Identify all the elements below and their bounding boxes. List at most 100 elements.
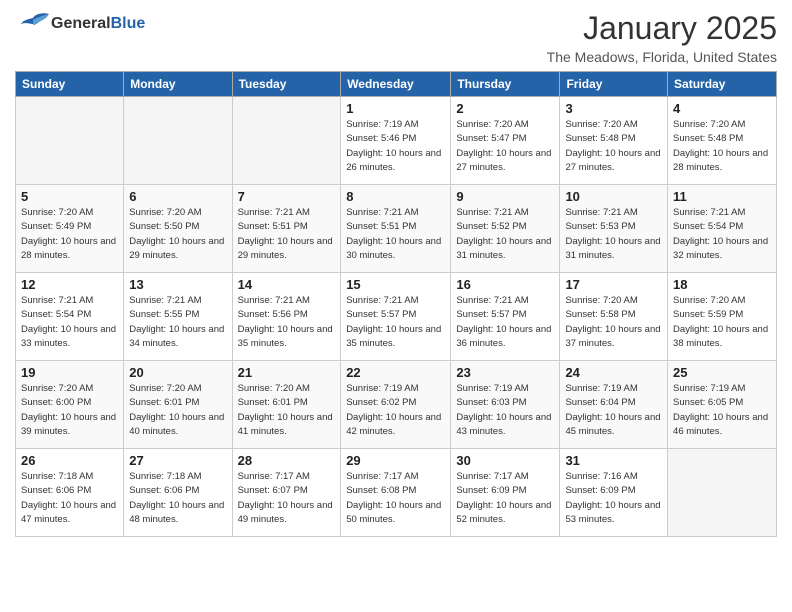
day-number: 1 — [346, 101, 445, 116]
weekday-header-row: SundayMondayTuesdayWednesdayThursdayFrid… — [16, 72, 777, 97]
day-info: Sunrise: 7:20 AMSunset: 5:49 PMDaylight:… — [21, 206, 118, 263]
calendar-cell: 22 Sunrise: 7:19 AMSunset: 6:02 PMDayligh… — [341, 361, 451, 449]
day-number: 11 — [673, 189, 771, 204]
weekday-header-wednesday: Wednesday — [341, 72, 451, 97]
day-number: 25 — [673, 365, 771, 380]
calendar-cell — [668, 449, 777, 537]
calendar-cell: 6 Sunrise: 7:20 AMSunset: 5:50 PMDaylight… — [124, 185, 232, 273]
location: The Meadows, Florida, United States — [547, 49, 777, 65]
logo: General Blue — [15, 10, 145, 38]
day-number: 7 — [238, 189, 336, 204]
calendar-week-row: 5 Sunrise: 7:20 AMSunset: 5:49 PMDaylight… — [16, 185, 777, 273]
day-info: Sunrise: 7:18 AMSunset: 6:06 PMDaylight:… — [21, 470, 118, 527]
day-number: 17 — [565, 277, 662, 292]
day-info: Sunrise: 7:20 AMSunset: 5:58 PMDaylight:… — [565, 294, 662, 351]
day-info: Sunrise: 7:20 AMSunset: 5:59 PMDaylight:… — [673, 294, 771, 351]
calendar-cell: 12Sunrise: 7:21 AMSunset: 5:54 PMDayligh… — [16, 273, 124, 361]
day-info: Sunrise: 7:19 AMSunset: 6:04 PMDaylight:… — [565, 382, 662, 439]
calendar-table: SundayMondayTuesdayWednesdayThursdayFrid… — [15, 71, 777, 537]
day-info: Sunrise: 7:20 AMSunset: 5:48 PMDaylight:… — [565, 118, 662, 175]
calendar-cell: 25 Sunrise: 7:19 AMSunset: 6:05 PMDayligh… — [668, 361, 777, 449]
calendar-week-row: 12Sunrise: 7:21 AMSunset: 5:54 PMDayligh… — [16, 273, 777, 361]
logo-general: General — [51, 15, 111, 33]
day-info: Sunrise: 7:21 AMSunset: 5:56 PMDaylight:… — [238, 294, 336, 351]
calendar-cell: 1 Sunrise: 7:19 AMSunset: 5:46 PMDaylight… — [341, 97, 451, 185]
day-number: 22 — [346, 365, 445, 380]
day-number: 15 — [346, 277, 445, 292]
weekday-header-monday: Monday — [124, 72, 232, 97]
day-number: 13 — [129, 277, 226, 292]
day-info: Sunrise: 7:20 AMSunset: 6:00 PMDaylight:… — [21, 382, 118, 439]
weekday-header-friday: Friday — [560, 72, 668, 97]
calendar-cell: 9Sunrise: 7:21 AMSunset: 5:52 PMDaylight… — [451, 185, 560, 273]
calendar-cell: 4Sunrise: 7:20 AMSunset: 5:48 PMDaylight… — [668, 97, 777, 185]
calendar-cell: 14Sunrise: 7:21 AMSunset: 5:56 PMDayligh… — [232, 273, 341, 361]
day-info: Sunrise: 7:19 AMSunset: 6:05 PMDaylight:… — [673, 382, 771, 439]
calendar-cell: 3 Sunrise: 7:20 AMSunset: 5:48 PMDaylight… — [560, 97, 668, 185]
calendar-week-row: 26Sunrise: 7:18 AMSunset: 6:06 PMDayligh… — [16, 449, 777, 537]
page-header: General Blue January 2025 The Meadows, F… — [15, 10, 777, 65]
day-number: 9 — [456, 189, 554, 204]
day-info: Sunrise: 7:21 AMSunset: 5:57 PMDaylight:… — [346, 294, 445, 351]
calendar-cell — [232, 97, 341, 185]
day-info: Sunrise: 7:21 AMSunset: 5:57 PMDaylight:… — [456, 294, 554, 351]
calendar-cell: 29Sunrise: 7:17 AMSunset: 6:08 PMDayligh… — [341, 449, 451, 537]
day-info: Sunrise: 7:17 AMSunset: 6:09 PMDaylight:… — [456, 470, 554, 527]
day-number: 4 — [673, 101, 771, 116]
day-info: Sunrise: 7:20 AMSunset: 6:01 PMDaylight:… — [129, 382, 226, 439]
day-number: 6 — [129, 189, 226, 204]
day-info: Sunrise: 7:18 AMSunset: 6:06 PMDaylight:… — [129, 470, 226, 527]
calendar-cell: 30Sunrise: 7:17 AMSunset: 6:09 PMDayligh… — [451, 449, 560, 537]
weekday-header-saturday: Saturday — [668, 72, 777, 97]
weekday-header-thursday: Thursday — [451, 72, 560, 97]
calendar-cell: 13Sunrise: 7:21 AMSunset: 5:55 PMDayligh… — [124, 273, 232, 361]
day-info: Sunrise: 7:16 AMSunset: 6:09 PMDaylight:… — [565, 470, 662, 527]
calendar-cell: 28Sunrise: 7:17 AMSunset: 6:07 PMDayligh… — [232, 449, 341, 537]
day-number: 20 — [129, 365, 226, 380]
calendar-cell: 5 Sunrise: 7:20 AMSunset: 5:49 PMDaylight… — [16, 185, 124, 273]
calendar-cell: 16 Sunrise: 7:21 AMSunset: 5:57 PMDayligh… — [451, 273, 560, 361]
calendar-cell: 31Sunrise: 7:16 AMSunset: 6:09 PMDayligh… — [560, 449, 668, 537]
calendar-cell: 10Sunrise: 7:21 AMSunset: 5:53 PMDayligh… — [560, 185, 668, 273]
day-number: 16 — [456, 277, 554, 292]
day-info: Sunrise: 7:21 AMSunset: 5:51 PMDaylight:… — [238, 206, 336, 263]
day-info: Sunrise: 7:21 AMSunset: 5:54 PMDaylight:… — [21, 294, 118, 351]
calendar-cell: 7 Sunrise: 7:21 AMSunset: 5:51 PMDaylight… — [232, 185, 341, 273]
day-info: Sunrise: 7:20 AMSunset: 5:47 PMDaylight:… — [456, 118, 554, 175]
title-section: January 2025 The Meadows, Florida, Unite… — [547, 10, 777, 65]
day-number: 29 — [346, 453, 445, 468]
day-info: Sunrise: 7:21 AMSunset: 5:51 PMDaylight:… — [346, 206, 445, 263]
logo-text: General Blue — [51, 15, 145, 33]
day-info: Sunrise: 7:20 AMSunset: 6:01 PMDaylight:… — [238, 382, 336, 439]
calendar-cell: 8 Sunrise: 7:21 AMSunset: 5:51 PMDaylight… — [341, 185, 451, 273]
calendar-cell: 27 Sunrise: 7:18 AMSunset: 6:06 PMDayligh… — [124, 449, 232, 537]
day-info: Sunrise: 7:19 AMSunset: 5:46 PMDaylight:… — [346, 118, 445, 175]
day-info: Sunrise: 7:17 AMSunset: 6:07 PMDaylight:… — [238, 470, 336, 527]
calendar-week-row: 1 Sunrise: 7:19 AMSunset: 5:46 PMDaylight… — [16, 97, 777, 185]
day-number: 5 — [21, 189, 118, 204]
calendar-cell: 11Sunrise: 7:21 AMSunset: 5:54 PMDayligh… — [668, 185, 777, 273]
day-number: 23 — [456, 365, 554, 380]
day-number: 10 — [565, 189, 662, 204]
calendar-cell: 17 Sunrise: 7:20 AMSunset: 5:58 PMDayligh… — [560, 273, 668, 361]
logo-blue: Blue — [111, 15, 146, 33]
calendar-cell: 21 Sunrise: 7:20 AMSunset: 6:01 PMDayligh… — [232, 361, 341, 449]
logo-icon — [15, 10, 51, 38]
day-number: 8 — [346, 189, 445, 204]
calendar-cell: 23 Sunrise: 7:19 AMSunset: 6:03 PMDayligh… — [451, 361, 560, 449]
day-number: 2 — [456, 101, 554, 116]
day-info: Sunrise: 7:19 AMSunset: 6:03 PMDaylight:… — [456, 382, 554, 439]
calendar-cell: 15 Sunrise: 7:21 AMSunset: 5:57 PMDayligh… — [341, 273, 451, 361]
day-number: 3 — [565, 101, 662, 116]
calendar-cell — [124, 97, 232, 185]
day-number: 27 — [129, 453, 226, 468]
day-number: 21 — [238, 365, 336, 380]
month-title: January 2025 — [547, 10, 777, 47]
day-number: 19 — [21, 365, 118, 380]
weekday-header-tuesday: Tuesday — [232, 72, 341, 97]
day-info: Sunrise: 7:19 AMSunset: 6:02 PMDaylight:… — [346, 382, 445, 439]
page-container: General Blue January 2025 The Meadows, F… — [0, 0, 792, 547]
calendar-cell: 19 Sunrise: 7:20 AMSunset: 6:00 PMDayligh… — [16, 361, 124, 449]
calendar-cell — [16, 97, 124, 185]
day-info: Sunrise: 7:20 AMSunset: 5:50 PMDaylight:… — [129, 206, 226, 263]
